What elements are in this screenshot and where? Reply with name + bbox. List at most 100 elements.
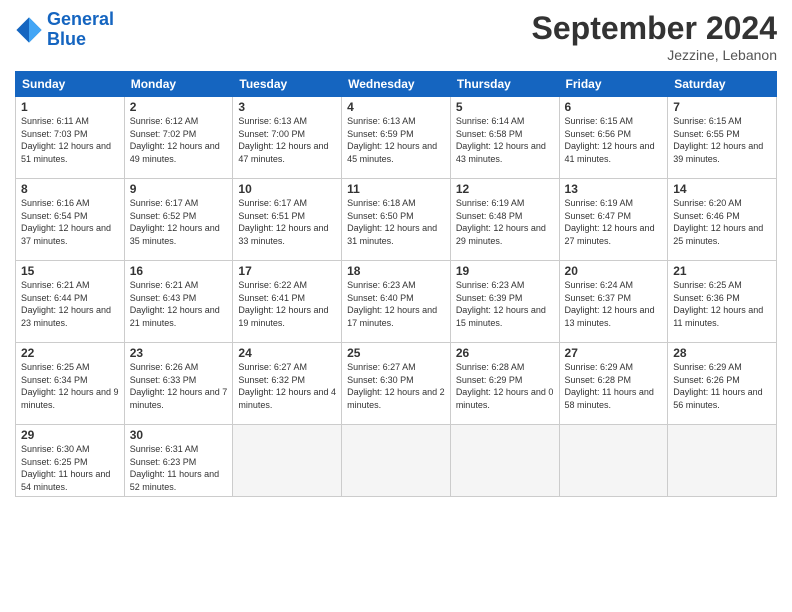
day-number: 10 — [238, 182, 336, 196]
calendar-header-row: Sunday Monday Tuesday Wednesday Thursday… — [16, 72, 777, 97]
day-number: 21 — [673, 264, 771, 278]
table-cell: 30Sunrise: 6:31 AMSunset: 6:23 PMDayligh… — [124, 425, 233, 497]
day-info: Sunrise: 6:21 AMSunset: 6:44 PMDaylight:… — [21, 279, 119, 329]
day-number: 28 — [673, 346, 771, 360]
day-number: 16 — [130, 264, 228, 278]
day-info: Sunrise: 6:19 AMSunset: 6:48 PMDaylight:… — [456, 197, 554, 247]
day-info: Sunrise: 6:23 AMSunset: 6:40 PMDaylight:… — [347, 279, 445, 329]
day-info: Sunrise: 6:24 AMSunset: 6:37 PMDaylight:… — [565, 279, 663, 329]
table-cell: 10Sunrise: 6:17 AMSunset: 6:51 PMDayligh… — [233, 179, 342, 261]
day-number: 3 — [238, 100, 336, 114]
table-cell: 5Sunrise: 6:14 AMSunset: 6:58 PMDaylight… — [450, 97, 559, 179]
day-info: Sunrise: 6:13 AMSunset: 6:59 PMDaylight:… — [347, 115, 445, 165]
day-number: 29 — [21, 428, 119, 442]
calendar-row-1: 1Sunrise: 6:11 AMSunset: 7:03 PMDaylight… — [16, 97, 777, 179]
calendar-row-2: 8Sunrise: 6:16 AMSunset: 6:54 PMDaylight… — [16, 179, 777, 261]
table-cell: 12Sunrise: 6:19 AMSunset: 6:48 PMDayligh… — [450, 179, 559, 261]
table-cell: 23Sunrise: 6:26 AMSunset: 6:33 PMDayligh… — [124, 343, 233, 425]
col-tuesday: Tuesday — [233, 72, 342, 97]
table-cell — [342, 425, 451, 497]
logo-text: General Blue — [47, 10, 114, 50]
day-number: 20 — [565, 264, 663, 278]
table-cell: 6Sunrise: 6:15 AMSunset: 6:56 PMDaylight… — [559, 97, 668, 179]
table-cell: 14Sunrise: 6:20 AMSunset: 6:46 PMDayligh… — [668, 179, 777, 261]
day-info: Sunrise: 6:31 AMSunset: 6:23 PMDaylight:… — [130, 443, 228, 493]
day-info: Sunrise: 6:11 AMSunset: 7:03 PMDaylight:… — [21, 115, 119, 165]
day-number: 15 — [21, 264, 119, 278]
table-cell: 1Sunrise: 6:11 AMSunset: 7:03 PMDaylight… — [16, 97, 125, 179]
col-wednesday: Wednesday — [342, 72, 451, 97]
day-info: Sunrise: 6:22 AMSunset: 6:41 PMDaylight:… — [238, 279, 336, 329]
table-cell: 28Sunrise: 6:29 AMSunset: 6:26 PMDayligh… — [668, 343, 777, 425]
day-info: Sunrise: 6:26 AMSunset: 6:33 PMDaylight:… — [130, 361, 228, 411]
table-cell: 19Sunrise: 6:23 AMSunset: 6:39 PMDayligh… — [450, 261, 559, 343]
day-info: Sunrise: 6:18 AMSunset: 6:50 PMDaylight:… — [347, 197, 445, 247]
col-thursday: Thursday — [450, 72, 559, 97]
day-number: 5 — [456, 100, 554, 114]
table-cell: 27Sunrise: 6:29 AMSunset: 6:28 PMDayligh… — [559, 343, 668, 425]
logo: General Blue — [15, 10, 114, 50]
calendar-row-4: 22Sunrise: 6:25 AMSunset: 6:34 PMDayligh… — [16, 343, 777, 425]
table-cell: 11Sunrise: 6:18 AMSunset: 6:50 PMDayligh… — [342, 179, 451, 261]
day-info: Sunrise: 6:15 AMSunset: 6:56 PMDaylight:… — [565, 115, 663, 165]
day-info: Sunrise: 6:17 AMSunset: 6:52 PMDaylight:… — [130, 197, 228, 247]
calendar-row-5: 29Sunrise: 6:30 AMSunset: 6:25 PMDayligh… — [16, 425, 777, 497]
table-cell: 18Sunrise: 6:23 AMSunset: 6:40 PMDayligh… — [342, 261, 451, 343]
table-cell — [559, 425, 668, 497]
day-info: Sunrise: 6:29 AMSunset: 6:26 PMDaylight:… — [673, 361, 771, 411]
table-cell: 7Sunrise: 6:15 AMSunset: 6:55 PMDaylight… — [668, 97, 777, 179]
table-cell: 26Sunrise: 6:28 AMSunset: 6:29 PMDayligh… — [450, 343, 559, 425]
col-sunday: Sunday — [16, 72, 125, 97]
day-number: 30 — [130, 428, 228, 442]
day-number: 7 — [673, 100, 771, 114]
table-cell: 8Sunrise: 6:16 AMSunset: 6:54 PMDaylight… — [16, 179, 125, 261]
day-number: 2 — [130, 100, 228, 114]
day-number: 8 — [21, 182, 119, 196]
table-cell: 21Sunrise: 6:25 AMSunset: 6:36 PMDayligh… — [668, 261, 777, 343]
day-info: Sunrise: 6:19 AMSunset: 6:47 PMDaylight:… — [565, 197, 663, 247]
page-header: General Blue September 2024 Jezzine, Leb… — [15, 10, 777, 63]
day-number: 9 — [130, 182, 228, 196]
day-number: 14 — [673, 182, 771, 196]
day-number: 11 — [347, 182, 445, 196]
day-number: 17 — [238, 264, 336, 278]
day-number: 25 — [347, 346, 445, 360]
day-info: Sunrise: 6:20 AMSunset: 6:46 PMDaylight:… — [673, 197, 771, 247]
day-info: Sunrise: 6:25 AMSunset: 6:34 PMDaylight:… — [21, 361, 119, 411]
calendar-table: Sunday Monday Tuesday Wednesday Thursday… — [15, 71, 777, 497]
table-cell: 15Sunrise: 6:21 AMSunset: 6:44 PMDayligh… — [16, 261, 125, 343]
day-number: 13 — [565, 182, 663, 196]
col-monday: Monday — [124, 72, 233, 97]
day-info: Sunrise: 6:27 AMSunset: 6:32 PMDaylight:… — [238, 361, 336, 411]
table-cell: 2Sunrise: 6:12 AMSunset: 7:02 PMDaylight… — [124, 97, 233, 179]
table-cell — [668, 425, 777, 497]
day-number: 26 — [456, 346, 554, 360]
table-cell: 4Sunrise: 6:13 AMSunset: 6:59 PMDaylight… — [342, 97, 451, 179]
day-number: 19 — [456, 264, 554, 278]
day-info: Sunrise: 6:12 AMSunset: 7:02 PMDaylight:… — [130, 115, 228, 165]
day-number: 12 — [456, 182, 554, 196]
table-cell: 29Sunrise: 6:30 AMSunset: 6:25 PMDayligh… — [16, 425, 125, 497]
day-number: 27 — [565, 346, 663, 360]
day-info: Sunrise: 6:16 AMSunset: 6:54 PMDaylight:… — [21, 197, 119, 247]
col-friday: Friday — [559, 72, 668, 97]
day-info: Sunrise: 6:25 AMSunset: 6:36 PMDaylight:… — [673, 279, 771, 329]
day-info: Sunrise: 6:28 AMSunset: 6:29 PMDaylight:… — [456, 361, 554, 411]
day-number: 23 — [130, 346, 228, 360]
day-info: Sunrise: 6:13 AMSunset: 7:00 PMDaylight:… — [238, 115, 336, 165]
col-saturday: Saturday — [668, 72, 777, 97]
table-cell: 9Sunrise: 6:17 AMSunset: 6:52 PMDaylight… — [124, 179, 233, 261]
day-number: 18 — [347, 264, 445, 278]
day-number: 22 — [21, 346, 119, 360]
table-cell: 16Sunrise: 6:21 AMSunset: 6:43 PMDayligh… — [124, 261, 233, 343]
day-info: Sunrise: 6:14 AMSunset: 6:58 PMDaylight:… — [456, 115, 554, 165]
table-cell — [450, 425, 559, 497]
day-info: Sunrise: 6:29 AMSunset: 6:28 PMDaylight:… — [565, 361, 663, 411]
day-info: Sunrise: 6:21 AMSunset: 6:43 PMDaylight:… — [130, 279, 228, 329]
table-cell: 20Sunrise: 6:24 AMSunset: 6:37 PMDayligh… — [559, 261, 668, 343]
logo-icon — [15, 16, 43, 44]
day-info: Sunrise: 6:15 AMSunset: 6:55 PMDaylight:… — [673, 115, 771, 165]
table-cell: 22Sunrise: 6:25 AMSunset: 6:34 PMDayligh… — [16, 343, 125, 425]
page-container: General Blue September 2024 Jezzine, Leb… — [0, 0, 792, 612]
calendar-row-3: 15Sunrise: 6:21 AMSunset: 6:44 PMDayligh… — [16, 261, 777, 343]
